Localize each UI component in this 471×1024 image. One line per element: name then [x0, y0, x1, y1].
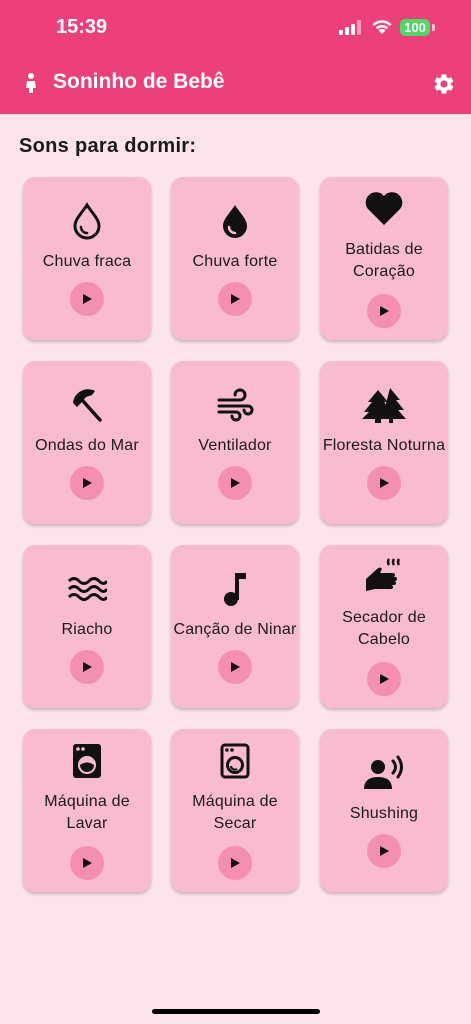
washing-machine-icon — [23, 741, 151, 781]
sound-label: Máquina de Lavar — [44, 793, 130, 832]
app-title: Soninho de Bebê — [53, 70, 225, 93]
sound-card[interactable]: Batidas de Coração — [320, 177, 448, 340]
sound-card[interactable]: Riacho — [23, 545, 151, 708]
battery-tip — [432, 24, 435, 31]
play-icon — [231, 858, 240, 868]
sound-label: Shushing — [349, 805, 419, 822]
play-button[interactable] — [70, 846, 104, 880]
waves-icon — [23, 569, 151, 609]
play-icon — [83, 858, 92, 868]
sound-label: Chuva forte — [192, 253, 278, 270]
play-button[interactable] — [367, 466, 401, 500]
play-icon — [231, 294, 240, 304]
play-button[interactable] — [70, 466, 104, 500]
status-bar: 15:39 100 — [0, 0, 471, 58]
sound-label: Chuva fraca — [42, 253, 132, 270]
beach-umbrella-icon — [23, 385, 151, 425]
sound-label: Secador de Cabelo — [342, 609, 426, 648]
wifi-icon — [372, 20, 392, 34]
play-icon — [380, 846, 389, 856]
sound-card[interactable]: Ondas do Mar — [23, 361, 151, 524]
heart-icon — [320, 189, 448, 229]
sound-label: Batidas de Coração — [345, 241, 423, 280]
play-button[interactable] — [218, 846, 252, 880]
sound-label: Ondas do Mar — [35, 437, 139, 454]
play-button[interactable] — [70, 650, 104, 684]
settings-gear-icon[interactable] — [432, 72, 456, 96]
sound-card[interactable]: Shushing — [320, 729, 448, 892]
play-button[interactable] — [218, 650, 252, 684]
play-icon — [380, 306, 389, 316]
dryer-icon — [171, 741, 299, 781]
baby-person-icon — [26, 73, 36, 93]
battery-indicator: 100 — [400, 19, 430, 36]
sound-card[interactable]: Ventilador — [171, 361, 299, 524]
wind-icon — [171, 385, 299, 425]
cellular-signal-icon — [339, 20, 361, 35]
play-icon — [83, 478, 92, 488]
sound-card[interactable]: Chuva forte — [171, 177, 299, 340]
droplet-outline-icon — [23, 201, 151, 241]
sound-card[interactable]: Secador de Cabelo — [320, 545, 448, 708]
sound-card[interactable]: Chuva fraca — [23, 177, 151, 340]
section-title: Sons para dormir: — [19, 135, 197, 157]
music-note-icon — [171, 569, 299, 609]
sound-card[interactable]: Máquina de Secar — [171, 729, 299, 892]
sound-card[interactable]: Floresta Noturna — [320, 361, 448, 524]
home-indicator[interactable] — [152, 1009, 320, 1014]
sound-label: Máquina de Secar — [192, 793, 278, 832]
status-time: 15:39 — [56, 16, 108, 38]
play-button[interactable] — [367, 662, 401, 696]
sound-card[interactable]: Canção de Ninar — [171, 545, 299, 708]
sound-label: Floresta Noturna — [322, 437, 446, 454]
app-bar: 15:39 100 Soninho de Bebê — [0, 0, 471, 114]
hand-dryer-icon — [320, 557, 448, 597]
sound-label: Riacho — [61, 621, 113, 638]
play-icon — [83, 294, 92, 304]
droplet-filled-icon — [171, 201, 299, 241]
sound-card[interactable]: Máquina de Lavar — [23, 729, 151, 892]
play-icon — [231, 478, 240, 488]
sound-label: Ventilador — [198, 437, 272, 454]
play-icon — [83, 662, 92, 672]
play-button[interactable] — [367, 294, 401, 328]
forest-icon — [320, 385, 448, 425]
play-icon — [380, 674, 389, 684]
sound-label: Canção de Ninar — [173, 621, 297, 638]
play-icon — [231, 662, 240, 672]
play-button[interactable] — [70, 282, 104, 316]
person-voice-icon — [320, 753, 448, 793]
play-button[interactable] — [218, 466, 252, 500]
play-button[interactable] — [218, 282, 252, 316]
play-icon — [380, 478, 389, 488]
play-button[interactable] — [367, 834, 401, 868]
